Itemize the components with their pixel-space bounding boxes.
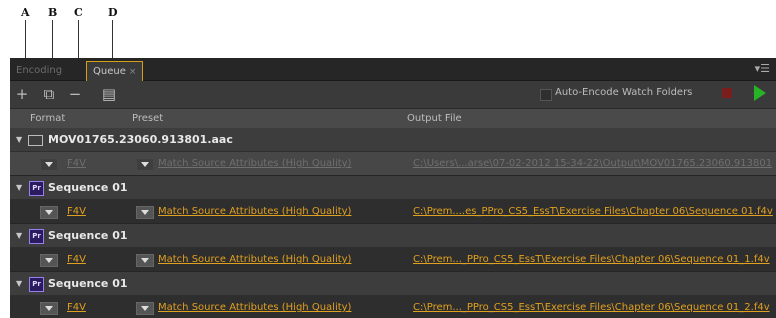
preset-dropdown[interactable] xyxy=(136,254,154,267)
encode-row[interactable]: F4V Match Source Attributes (High Qualit… xyxy=(10,296,776,318)
toolbar: + ⧉ − ▤ Auto-Encode Watch Folders xyxy=(10,81,776,108)
preset-dropdown[interactable] xyxy=(136,158,154,171)
tab-queue-label: Queue xyxy=(93,66,126,77)
format-link[interactable]: F4V xyxy=(67,200,86,223)
column-preset[interactable]: Preset xyxy=(132,109,163,128)
queue-panel: Encoding Queue × ▾☰ + ⧉ − ▤ Auto-Encode W… xyxy=(10,58,776,318)
output-file-link[interactable]: C:\Users\...arse\07-02-2012 15-34-22\Out… xyxy=(413,152,772,175)
queue-item[interactable]: ▼ Pr Sequence 01 xyxy=(10,224,776,248)
preset-link[interactable]: Match Source Attributes (High Quality) xyxy=(158,200,351,223)
format-link[interactable]: F4V xyxy=(67,296,86,318)
start-queue-button[interactable] xyxy=(754,85,766,101)
column-header: Format Preset Output File xyxy=(10,108,776,129)
item-name: Sequence 01 xyxy=(48,229,128,242)
callout-a: A xyxy=(21,6,30,19)
encode-row[interactable]: F4V Match Source Attributes (High Qualit… xyxy=(10,248,776,272)
output-file-link[interactable]: C:\Prem..._PPro_CS5_EssT\Exercise Files\… xyxy=(413,248,770,271)
close-icon[interactable]: × xyxy=(129,67,137,77)
expand-triangle-icon[interactable]: ▼ xyxy=(16,224,22,247)
preset-link[interactable]: Match Source Attributes (High Quality) xyxy=(158,296,351,318)
column-format[interactable]: Format xyxy=(30,109,65,128)
format-dropdown[interactable] xyxy=(40,302,58,315)
premiere-sequence-icon: Pr xyxy=(29,181,44,196)
auto-encode-label: Auto-Encode Watch Folders xyxy=(555,87,693,98)
callouts: A B C D xyxy=(0,0,776,85)
queue-item[interactable]: ▼ MOV01765.23060.913801.aac xyxy=(10,128,776,152)
encode-row[interactable]: F4V Match Source Attributes (High Qualit… xyxy=(10,200,776,224)
tab-bar: Encoding Queue × ▾☰ xyxy=(10,58,776,81)
format-dropdown[interactable] xyxy=(40,158,58,171)
expand-triangle-icon[interactable]: ▼ xyxy=(16,128,22,151)
expand-triangle-icon[interactable]: ▼ xyxy=(16,272,22,295)
queue-list: ▼ MOV01765.23060.913801.aac F4V Match So… xyxy=(10,128,776,318)
encode-row[interactable]: F4V Match Source Attributes (High Qualit… xyxy=(10,152,776,176)
stop-queue-button[interactable] xyxy=(722,88,732,98)
preset-dropdown[interactable] xyxy=(136,302,154,315)
callout-c: C xyxy=(74,6,83,19)
output-file-link[interactable]: C:\Prem....es_PPro_CS5_EssT\Exercise Fil… xyxy=(413,200,773,223)
tab-encoding-label: Encoding xyxy=(16,65,63,76)
callout-b: B xyxy=(48,6,58,19)
preset-dropdown[interactable] xyxy=(136,206,154,219)
tab-encoding[interactable]: Encoding xyxy=(10,61,68,80)
callout-d: D xyxy=(108,6,118,19)
tab-queue[interactable]: Queue × xyxy=(86,61,144,81)
premiere-sequence-icon: Pr xyxy=(29,277,44,292)
preset-link[interactable]: Match Source Attributes (High Quality) xyxy=(158,152,351,175)
expand-triangle-icon[interactable]: ▼ xyxy=(16,176,22,199)
add-source-button[interactable]: + xyxy=(13,85,31,103)
queue-item[interactable]: ▼ Pr Sequence 01 xyxy=(10,176,776,200)
duplicate-button[interactable]: ⧉ xyxy=(40,85,58,103)
item-name: MOV01765.23060.913801.aac xyxy=(48,133,233,146)
column-output-file[interactable]: Output File xyxy=(407,109,462,128)
preset-link[interactable]: Match Source Attributes (High Quality) xyxy=(158,248,351,271)
settings-icon[interactable]: ▤ xyxy=(100,85,118,103)
format-dropdown[interactable] xyxy=(40,206,58,219)
item-name: Sequence 01 xyxy=(48,277,128,290)
format-link[interactable]: F4V xyxy=(67,248,86,271)
item-name: Sequence 01 xyxy=(48,181,128,194)
remove-button[interactable]: − xyxy=(66,85,84,103)
queue-item[interactable]: ▼ Pr Sequence 01 xyxy=(10,272,776,296)
folder-icon xyxy=(28,135,43,146)
output-file-link[interactable]: C:\Prem..._PPro_CS5_EssT\Exercise Files\… xyxy=(413,296,770,318)
format-link[interactable]: F4V xyxy=(67,152,86,175)
panel-menu-icon[interactable]: ▾☰ xyxy=(755,62,770,75)
auto-encode-checkbox[interactable] xyxy=(540,89,552,101)
premiere-sequence-icon: Pr xyxy=(29,229,44,244)
format-dropdown[interactable] xyxy=(40,254,58,267)
